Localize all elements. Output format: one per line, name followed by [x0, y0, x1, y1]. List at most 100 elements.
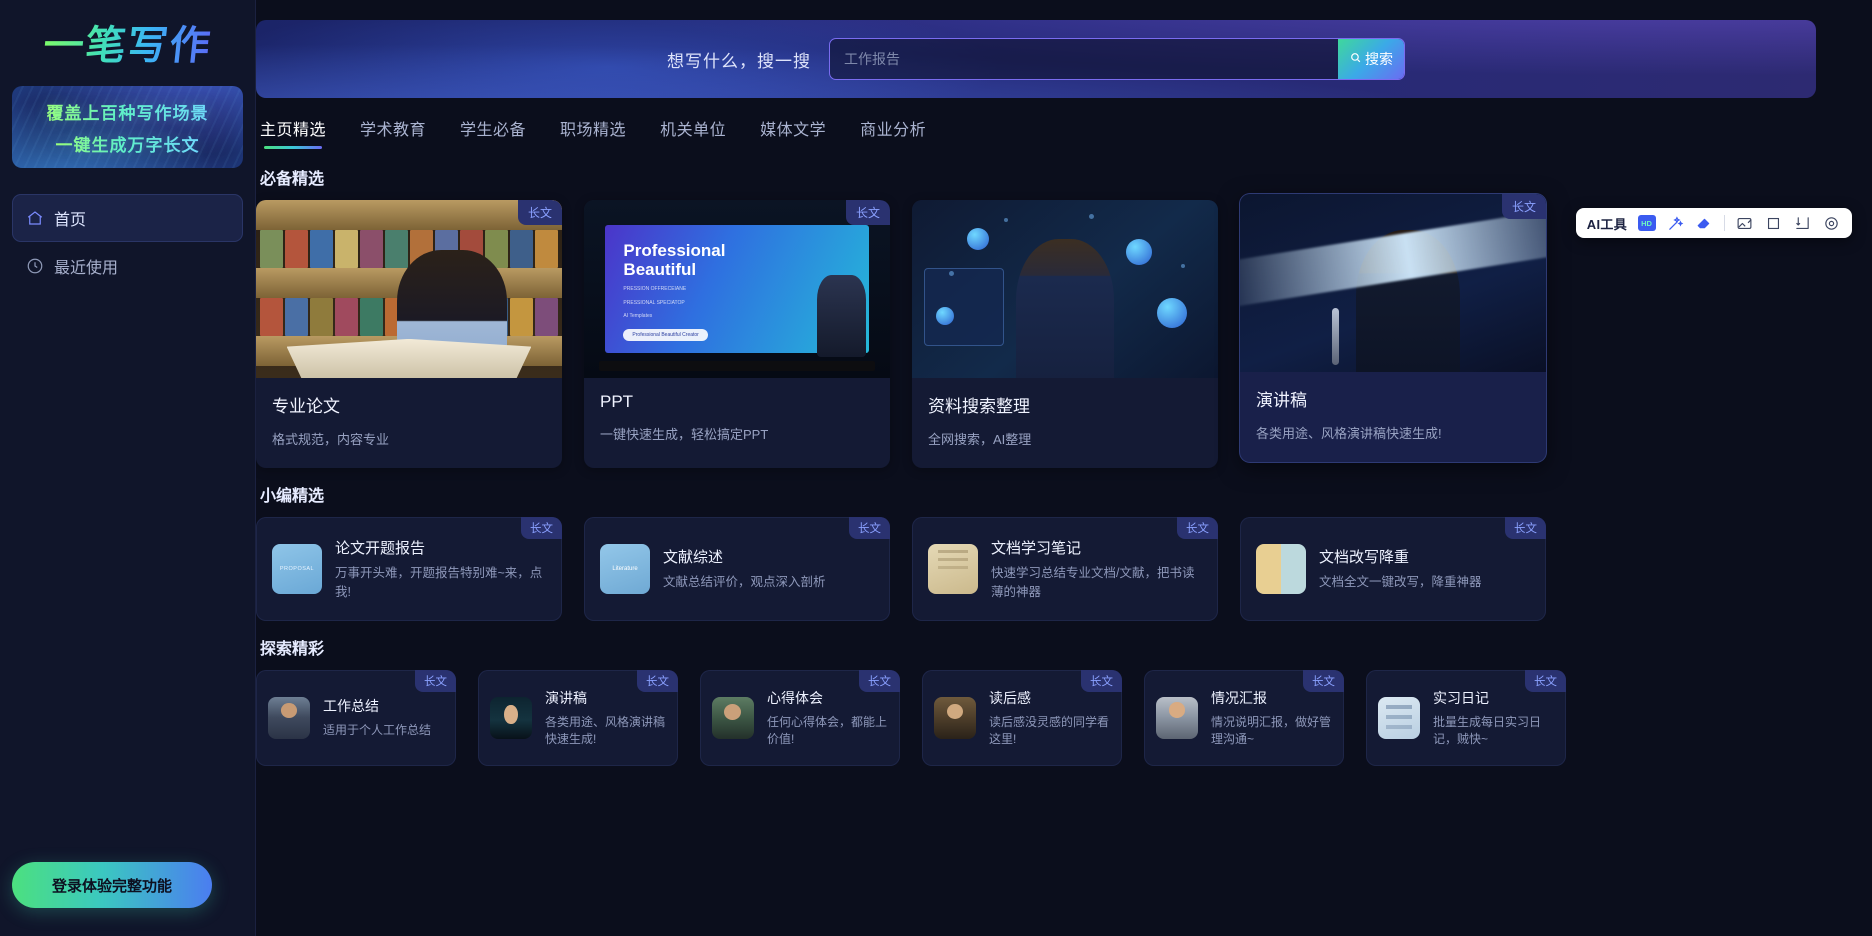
- card-situation-report[interactable]: 长文 情况汇报 情况说明汇报，做好管理沟通~: [1144, 670, 1344, 766]
- sidebar: 一笔写作 覆盖上百种写作场景 一键生成万字长文 首页 最近使用 登录体验完整功能: [0, 0, 256, 936]
- long-text-badge: 长文: [859, 670, 900, 692]
- card-title: 工作总结: [323, 698, 379, 715]
- sidebar-item-label: 首页: [54, 212, 87, 229]
- card-thumbnail-icon: [1378, 697, 1420, 739]
- search-hero-banner: 想写什么，搜一搜 搜索: [256, 20, 1816, 98]
- edit-image-icon[interactable]: [1735, 214, 1754, 233]
- card-title: 资料搜索整理: [928, 397, 1030, 416]
- category-tabs: 主页精选 学术教育 学生必备 职场精选 机关单位 媒体文学 商业分析: [256, 98, 1872, 151]
- magic-wand-icon[interactable]: [1666, 214, 1685, 233]
- card-thumbnail-icon: [268, 697, 310, 739]
- card-title: 文档改写降重: [1319, 549, 1410, 567]
- card-description: 各类用途、风格演讲稿快速生成!: [545, 714, 666, 746]
- clock-icon: [26, 257, 44, 275]
- card-description: 快速学习总结专业文档/文献，把书读薄的神器: [991, 566, 1195, 599]
- card-thumbnail-icon: [934, 697, 976, 739]
- tab-business-analysis[interactable]: 商业分析: [860, 116, 926, 151]
- app-root: 一笔写作 覆盖上百种写作场景 一键生成万字长文 首页 最近使用 登录体验完整功能: [0, 0, 1872, 936]
- tab-home-featured[interactable]: 主页精选: [260, 116, 326, 151]
- card-book-report[interactable]: 长文 读后感 读后感没灵感的同学看这里!: [922, 670, 1122, 766]
- card-description: 各类用途、风格演讲稿快速生成!: [1256, 426, 1442, 441]
- long-text-badge: 长文: [521, 517, 562, 539]
- card-speech-draft[interactable]: 长文 演讲稿 各类用途、风格演讲稿快速生成!: [478, 670, 678, 766]
- tab-media-literature[interactable]: 媒体文学: [760, 116, 826, 151]
- download-icon[interactable]: [1793, 214, 1812, 233]
- app-logo[interactable]: 一笔写作: [0, 0, 255, 76]
- eraser-icon[interactable]: [1695, 214, 1714, 233]
- promo-line-2: 一键生成万字长文: [56, 131, 200, 156]
- long-text-badge: 长文: [517, 200, 562, 225]
- card-thumbnail-icon: PROPOSAL: [272, 544, 322, 594]
- feature-card-speech[interactable]: 长文 演讲稿 各类用途、风格演讲稿快速生成!: [1240, 194, 1546, 462]
- home-icon: [26, 209, 44, 227]
- card-thumbnail-icon: [1156, 697, 1198, 739]
- sidebar-nav: 首页 最近使用: [0, 194, 255, 290]
- long-text-badge: 长文: [1177, 517, 1218, 539]
- card-study-notes[interactable]: 长文 文档学习笔记 快速学习总结专业文档/文献，把书读薄的神器: [912, 517, 1218, 621]
- main-content: AI工具 HD 想写什么，搜一搜 工作报告 搜索 主页精选 学术教育 学生必备 …: [256, 0, 1872, 936]
- card-thumbnail: [256, 200, 562, 378]
- card-thumbnail-icon: [712, 697, 754, 739]
- search-icon: [1349, 51, 1362, 67]
- long-text-badge: 长文: [1303, 670, 1344, 692]
- tab-government[interactable]: 机关单位: [660, 116, 726, 151]
- sidebar-item-recent[interactable]: 最近使用: [12, 242, 243, 290]
- card-thumbnail-icon: [490, 697, 532, 739]
- card-reflection[interactable]: 长文 心得体会 任何心得体会，都能上价值!: [700, 670, 900, 766]
- card-internship-diary[interactable]: 长文 实习日记 批量生成每日实习日记，贼快~: [1366, 670, 1566, 766]
- ai-tools-floating-toolbar[interactable]: AI工具 HD: [1575, 208, 1852, 238]
- search-button[interactable]: 搜索: [1338, 39, 1404, 79]
- section-title-essential: 必备精选: [260, 171, 325, 188]
- card-title: 文献综述: [663, 549, 724, 567]
- card-thumbnail-icon: Literature: [600, 544, 650, 594]
- search-box[interactable]: 搜索: [829, 38, 1405, 80]
- promo-line-1: 覆盖上百种写作场景: [47, 99, 209, 124]
- card-title: 演讲稿: [1256, 391, 1307, 410]
- card-thumbnail-icon: [928, 544, 978, 594]
- tab-academic[interactable]: 学术教育: [360, 116, 426, 151]
- long-text-badge: 长文: [1505, 517, 1546, 539]
- long-text-badge: 长文: [415, 670, 456, 692]
- card-proposal-report[interactable]: 长文 PROPOSAL 论文开题报告 万事开头难，开题报告特别难~来，点我!: [256, 517, 562, 621]
- card-description: 万事开头难，开题报告特别难~来，点我!: [335, 566, 543, 599]
- card-thumbnail: [1240, 194, 1546, 372]
- card-description: 格式规范，内容专业: [272, 432, 390, 447]
- tab-student[interactable]: 学生必备: [460, 116, 526, 151]
- card-description: 一键快速生成，轻松搞定PPT: [600, 427, 769, 442]
- tab-workplace[interactable]: 职场精选: [560, 116, 626, 151]
- slide-pill: Professional Beautiful Creator: [623, 328, 708, 341]
- search-input[interactable]: [830, 39, 1338, 79]
- card-thumbnail-icon: [1256, 544, 1306, 594]
- section-title-editor-picks: 小编精选: [260, 488, 325, 505]
- card-thumbnail: [912, 200, 1218, 378]
- feature-card-research[interactable]: 资料搜索整理 全网搜索，AI整理: [912, 200, 1218, 468]
- feature-card-ppt[interactable]: 长文 Professional Beautiful PRESSION OFFRE…: [584, 200, 890, 468]
- card-description: 任何心得体会，都能上价值!: [767, 714, 888, 746]
- sidebar-item-home[interactable]: 首页: [12, 194, 243, 242]
- card-work-summary[interactable]: 长文 工作总结 适用于个人工作总结: [256, 670, 456, 766]
- search-hero-label: 想写什么，搜一搜: [667, 51, 811, 71]
- feature-card-thesis[interactable]: 长文 专业论文 格式规范，内容专业: [256, 200, 562, 468]
- long-text-badge: 长文: [849, 517, 890, 539]
- explore-row: 长文 工作总结 适用于个人工作总结 长文 演讲稿 各类用途、风格演讲稿快速生成!…: [256, 670, 1872, 766]
- card-thumbnail: Professional Beautiful PRESSION OFFRECEI…: [584, 200, 890, 378]
- login-button[interactable]: 登录体验完整功能: [12, 862, 212, 908]
- slide-heading-2: Beautiful: [623, 260, 697, 280]
- ai-tools-label: AI工具: [1586, 216, 1627, 232]
- card-rewrite-reduce[interactable]: 长文 文档改写降重 文档全文一键改写，降重神器: [1240, 517, 1546, 621]
- hd-image-icon[interactable]: HD: [1637, 214, 1656, 233]
- card-description: 全网搜索，AI整理: [928, 432, 1032, 447]
- long-text-badge: 长文: [1525, 670, 1566, 692]
- card-description: 情况说明汇报，做好管理沟通~: [1211, 714, 1332, 746]
- toolbar-divider: [1724, 215, 1725, 231]
- long-text-badge: 长文: [637, 670, 678, 692]
- card-literature-review[interactable]: 长文 Literature 文献综述 文献总结评价，观点深入剖析: [584, 517, 890, 621]
- card-title: PPT: [600, 392, 634, 411]
- crop-icon[interactable]: [1764, 214, 1783, 233]
- long-text-badge: 长文: [1081, 670, 1122, 692]
- sidebar-item-label: 最近使用: [54, 260, 119, 277]
- card-title: 专业论文: [272, 397, 340, 416]
- card-title: 论文开题报告: [335, 540, 426, 558]
- promo-banner[interactable]: 覆盖上百种写作场景 一键生成万字长文: [12, 86, 243, 168]
- settings-icon[interactable]: [1822, 214, 1841, 233]
